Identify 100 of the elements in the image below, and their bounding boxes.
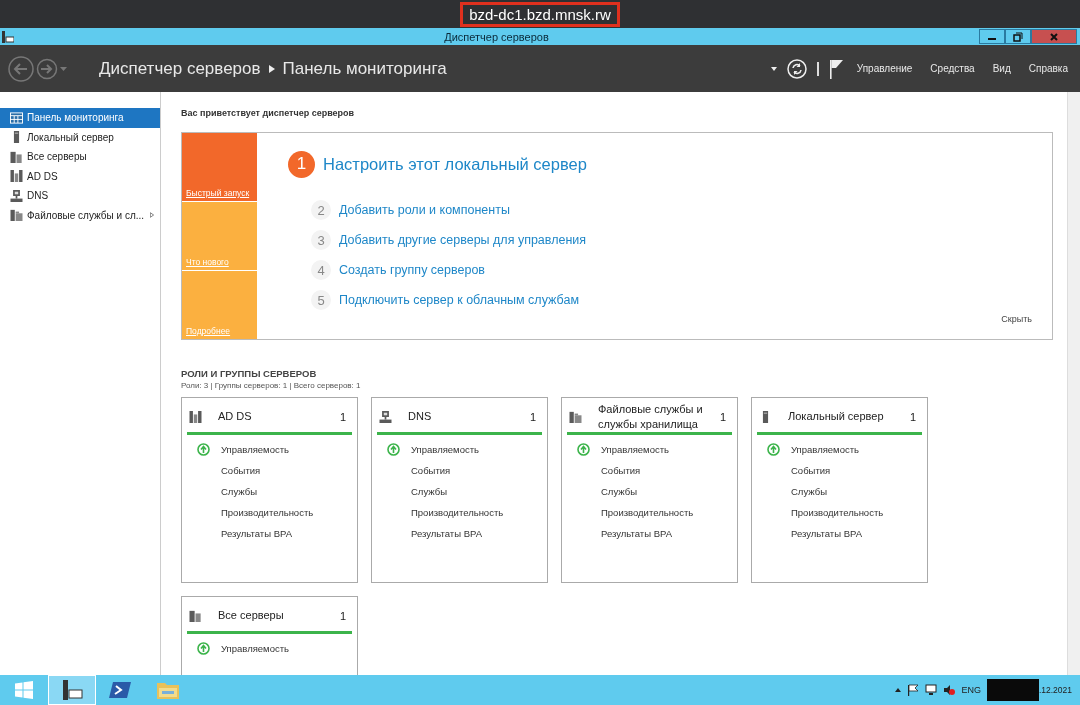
forward-icon[interactable]: [36, 57, 58, 80]
tile-item[interactable]: Управляемость: [601, 444, 669, 455]
folder-icon: [156, 680, 180, 700]
remote-host-title: bzd-dc1.bzd.mnsk.rw: [460, 1, 620, 27]
tile-item[interactable]: Службы: [411, 486, 447, 497]
back-icon[interactable]: [8, 55, 34, 82]
close-icon: [1049, 31, 1059, 42]
tile-item[interactable]: Производительность: [411, 507, 504, 518]
flag-icon[interactable]: [828, 58, 843, 79]
tile-count: 1: [529, 411, 537, 423]
step-link[interactable]: Создать группу серверов: [339, 263, 485, 277]
network-server-icon: [10, 189, 23, 202]
dropdown-icon[interactable]: [770, 66, 777, 71]
sidebar-item[interactable]: Панель мониторинга: [0, 108, 160, 128]
network-server-icon: [379, 411, 392, 423]
tile-title: DNS: [407, 409, 433, 425]
tile-item[interactable]: Производительность: [221, 507, 314, 518]
app-icon: [2, 30, 14, 43]
tile-count: 1: [909, 411, 917, 423]
role-tile[interactable]: Файловые службы и службы хранилища 1 Управляемость События Службы Производительность Результаты BPA: [561, 397, 738, 583]
tile-item[interactable]: Службы: [221, 486, 257, 497]
directory-servers-icon: [189, 411, 202, 423]
close-button[interactable]: [1031, 29, 1077, 44]
servers-icon: [10, 150, 23, 163]
tile-item[interactable]: Управляемость: [411, 444, 479, 455]
breadcrumb-separator-icon: [268, 64, 275, 73]
role-tile[interactable]: AD DS 1 Управляемость События Службы Производительность Результаты BPA: [181, 397, 358, 583]
tile-item[interactable]: События: [791, 465, 831, 476]
step-number: 1: [288, 150, 315, 178]
sidebar-item[interactable]: DNS: [0, 186, 160, 206]
breadcrumb-item[interactable]: Диспетчер серверов: [99, 58, 261, 79]
sidebar-item[interactable]: Все серверы: [0, 147, 160, 167]
tile-title: Все серверы: [217, 608, 285, 624]
redaction-bar: [986, 679, 1039, 701]
scrollbar[interactable]: [1067, 92, 1080, 675]
speaker-muted-icon[interactable]: [943, 684, 956, 696]
section-title: РОЛИ И ГРУППЫ СЕРВЕРОВ: [181, 368, 318, 379]
step-number: 2: [311, 200, 331, 220]
step-link[interactable]: Настроить этот локальный сервер: [323, 154, 587, 174]
divider-bar-icon: [816, 61, 819, 76]
directory-servers-icon: [10, 170, 23, 183]
expand-arrow-icon[interactable]: [150, 211, 154, 220]
menu-item[interactable]: Средства: [926, 63, 979, 74]
dashboard-icon: [10, 111, 23, 124]
refresh-icon[interactable]: [786, 58, 807, 79]
menu-item[interactable]: Справка: [1024, 63, 1072, 74]
sidebar-item[interactable]: AD DS: [0, 166, 160, 186]
tile-item[interactable]: Производительность: [601, 507, 694, 518]
tile-item[interactable]: Результаты BPA: [221, 528, 292, 539]
network-icon[interactable]: [925, 684, 938, 696]
tile-item[interactable]: Управляемость: [221, 444, 289, 455]
sidebar-item[interactable]: Файловые службы и сл...: [0, 205, 160, 225]
tile-item[interactable]: События: [221, 465, 261, 476]
menu-item[interactable]: Вид: [988, 63, 1015, 74]
step-link[interactable]: Добавить другие серверы для управления: [339, 233, 587, 247]
tile-item[interactable]: Результаты BPA: [791, 528, 862, 539]
tile-item[interactable]: Результаты BPA: [601, 528, 672, 539]
tile-title: Файловые службы и службы хранилища: [597, 401, 704, 432]
input-language[interactable]: ENG: [961, 685, 981, 695]
file-servers-icon: [569, 411, 582, 423]
restore-icon: [1013, 31, 1023, 42]
minimize-button[interactable]: [979, 29, 1005, 44]
tile-item[interactable]: Управляемость: [221, 643, 289, 654]
step-number: 4: [311, 260, 331, 280]
tile-item[interactable]: Управляемость: [791, 444, 859, 455]
tile-item[interactable]: Результаты BPA: [411, 528, 482, 539]
file-servers-icon: [10, 209, 23, 222]
hide-link[interactable]: Скрыть: [995, 313, 1038, 325]
tile-count: 1: [339, 411, 347, 423]
tile-item[interactable]: Службы: [601, 486, 637, 497]
step-number: 3: [311, 230, 331, 250]
role-tile[interactable]: DNS 1 Управляемость События Службы Производительность Результаты BPA: [371, 397, 548, 583]
tile-item[interactable]: События: [411, 465, 451, 476]
tile-count: 1: [719, 411, 727, 423]
clock-date[interactable]: .12.2021: [1038, 685, 1072, 695]
minimize-icon: [988, 38, 996, 40]
menu-item[interactable]: Управление: [852, 63, 917, 74]
terminal-icon: [109, 681, 131, 699]
step-link[interactable]: Добавить роли и компоненты: [339, 203, 510, 217]
welcome-title: Вас приветствует диспетчер серверов: [181, 108, 356, 118]
server-manager-taskbar-button[interactable]: [48, 675, 96, 705]
section-summary: Роли: 3 | Группы серверов: 1 | Всего серверов: 1: [181, 381, 362, 390]
restore-button[interactable]: [1005, 29, 1031, 44]
step-link[interactable]: Подключить сервер к облачным службам: [339, 293, 579, 307]
breadcrumb-item[interactable]: Панель мониторинга: [282, 58, 447, 79]
window-title: Диспетчер серверов: [443, 30, 550, 43]
server-manager-icon: [61, 679, 83, 701]
tile-item[interactable]: Производительность: [791, 507, 884, 518]
servers-icon: [189, 610, 202, 622]
tile-item[interactable]: Службы: [791, 486, 827, 497]
tile-item[interactable]: События: [601, 465, 641, 476]
role-tile[interactable]: Локальный сервер 1 Управляемость События Службы Производительность Результаты BPA: [751, 397, 928, 583]
windows-logo-icon: [15, 681, 33, 699]
tile-title: AD DS: [217, 409, 253, 425]
tile-count: 1: [339, 610, 347, 622]
tile-title: Локальный сервер: [787, 409, 885, 425]
step-number: 5: [311, 290, 331, 310]
flag-icon[interactable]: [907, 684, 920, 696]
show-hidden-icons-icon[interactable]: [895, 688, 902, 692]
sidebar-item[interactable]: Локальный сервер: [0, 127, 160, 147]
